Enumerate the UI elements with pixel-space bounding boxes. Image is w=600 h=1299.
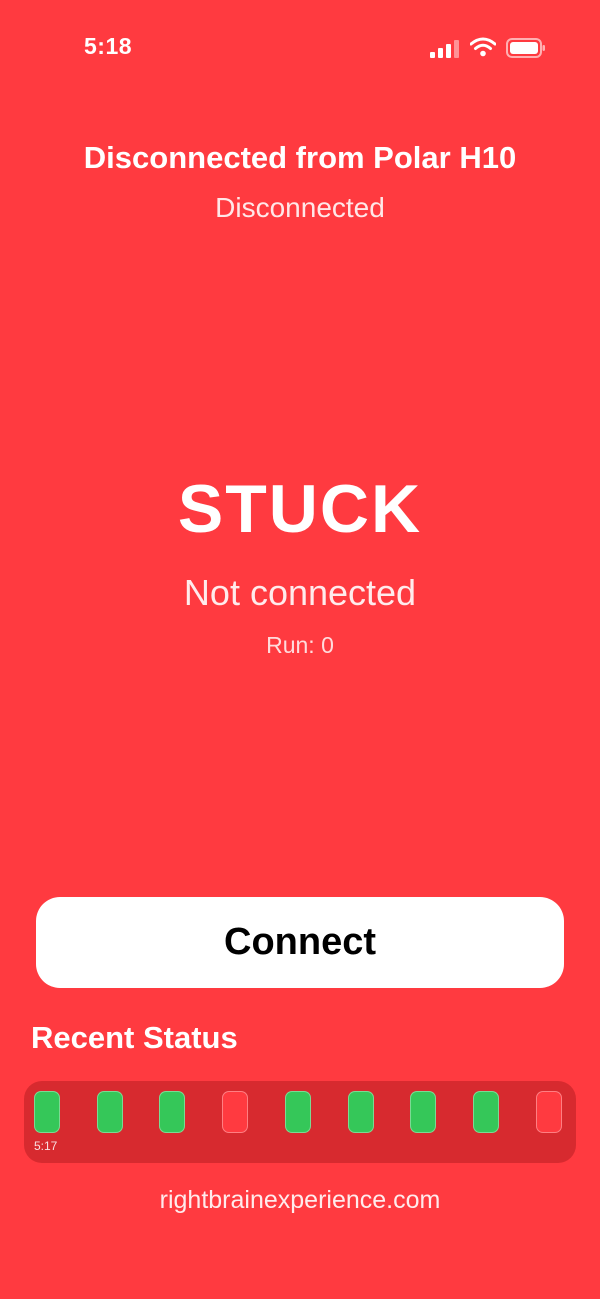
- status-cell-ok: [159, 1091, 186, 1133]
- history-start-time: 5:17: [34, 1139, 58, 1153]
- status-cell-ok: [347, 1091, 374, 1133]
- cellular-signal-icon: [430, 40, 459, 58]
- wifi-icon: [470, 37, 496, 57]
- status-cell-ok: [34, 1091, 60, 1133]
- recent-status-strip: 5:17: [24, 1081, 576, 1163]
- status-cell-bad: [222, 1091, 249, 1133]
- footer-website-link[interactable]: rightbrainexperience.com: [0, 1186, 600, 1215]
- battery-icon: [506, 38, 545, 58]
- device-connection-subtitle: Disconnected: [215, 192, 385, 223]
- status-time: 5:18: [84, 33, 133, 59]
- device-connection-title: Disconnected from Polar H10: [83, 140, 517, 175]
- run-counter: Run: 0: [266, 632, 334, 658]
- status-cell-ok: [96, 1091, 123, 1133]
- state-label: STUCK: [177, 471, 423, 547]
- recent-status-heading: Recent Status: [31, 1020, 238, 1055]
- status-cell-ok: [284, 1091, 311, 1133]
- state-detail: Not connected: [183, 572, 417, 613]
- status-cell-bad: [535, 1091, 562, 1133]
- status-bar: 5:18: [0, 0, 600, 100]
- status-cell-ok: [472, 1091, 499, 1133]
- connect-button[interactable]: Connect: [36, 897, 564, 988]
- status-cell-ok: [410, 1091, 437, 1133]
